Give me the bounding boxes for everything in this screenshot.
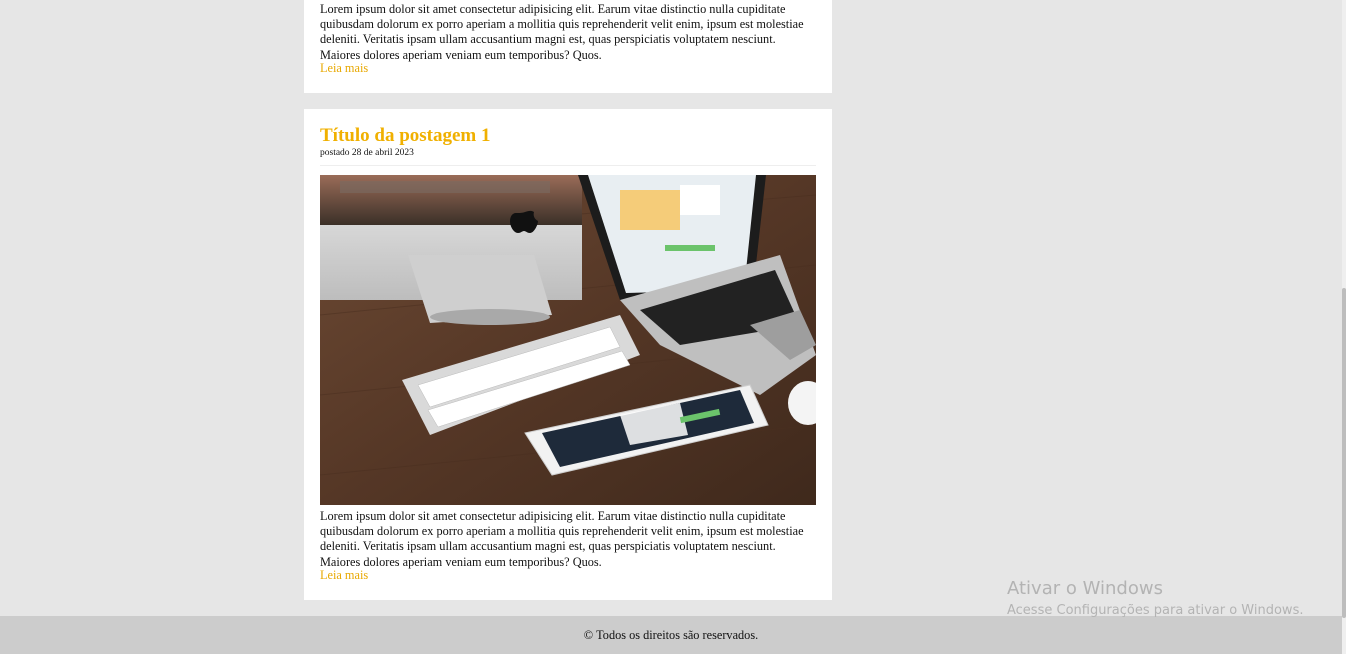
read-more-link[interactable]: Leia mais [320,568,368,583]
footer: © Todos os direitos são reservados. [0,616,1342,654]
watermark-subtitle: Acesse Configurações para ativar o Windo… [1007,603,1304,618]
windows-activation-watermark: Ativar o Windows Acesse Configurações pa… [1007,578,1303,620]
watermark-title: Ativar o Windows [1007,578,1163,599]
post-card-previous: Lorem ipsum dolor sit amet consectetur a… [304,0,832,93]
scrollbar-thumb[interactable] [1342,288,1346,618]
post-title[interactable]: Título da postagem 1 [320,125,491,147]
footer-text: Todos os direitos são reservados. [596,627,759,642]
copyright-icon: © [583,627,594,642]
post-excerpt: Lorem ipsum dolor sit amet consectetur a… [320,509,804,569]
page-scrollbar[interactable] [1342,0,1346,654]
desk-photo-icon [320,175,816,505]
post-image [320,175,816,505]
post-date: postado 28 de abril 2023 [320,148,414,158]
post-card: Título da postagem 1 postado 28 de abril… [304,109,832,600]
divider [320,165,816,166]
read-more-link[interactable]: Leia mais [320,61,368,76]
post-excerpt: Lorem ipsum dolor sit amet consectetur a… [320,2,804,62]
